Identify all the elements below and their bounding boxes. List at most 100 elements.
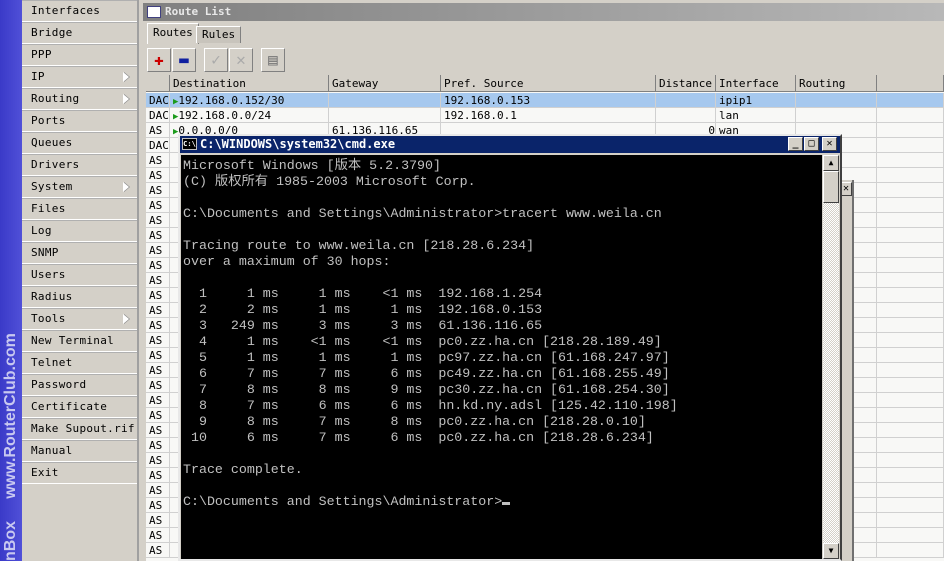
scroll-up-button[interactable]: ▲ [823,155,839,171]
plus-button[interactable]: ✚ [147,48,171,72]
menu-item-ppp[interactable]: PPP [22,44,137,66]
console-line: Trace complete. [183,462,303,477]
cell-flags: DAC [146,138,170,153]
cell-flags: AS [146,363,170,378]
menu-item-make-supout-rif[interactable]: Make Supout.rif [22,418,137,440]
console-line: 4 1 ms <1 ms <1 ms pc0.zz.ha.cn [218.28.… [183,334,662,349]
column-header-destination[interactable]: Destination [170,75,329,92]
column-header-routing-mark[interactable]: Routing Mark [796,75,877,107]
cell-empty [877,513,944,528]
menu-item-label: Files [31,202,66,215]
menu-item-system[interactable]: System [22,176,137,198]
cell-mark [796,108,877,123]
close-button[interactable]: ✕ [822,137,837,151]
cell-empty [877,243,944,258]
cell-flags: AS [146,513,170,528]
tab-routes[interactable]: Routes [147,23,199,44]
maximize-button[interactable]: □ [804,137,819,151]
cell-value: AS [149,334,163,347]
cmd-titlebar[interactable]: C:\ C:\WINDOWS\system32\cmd.exe _ □ ✕ [180,136,840,153]
route-list-titlebar[interactable]: Route List [143,3,944,21]
column-header-gateway[interactable]: Gateway [329,75,441,92]
scroll-thumb[interactable] [823,171,839,203]
console-line: Microsoft Windows [版本 5.2.3790] [183,158,441,173]
column-header-interface[interactable]: Interface [716,75,796,92]
menu-item-radius[interactable]: Radius [22,286,137,308]
cell-empty [877,153,944,168]
cell-destination: ▶192.168.0.152/30 [170,93,329,108]
cell-value: AS [149,199,163,212]
cell-empty [877,183,944,198]
menu-item-label: Bridge [31,26,73,39]
cell-empty [877,468,944,483]
cell-empty [877,303,944,318]
cell-flags: AS [146,303,170,318]
table-row[interactable]: DAC ▶192.168.0.152/30 192.168.0.153 ipip1 [146,93,944,108]
cross-icon: ✕ [236,50,246,69]
console-line: (C) 版权所有 1985-2003 Microsoft Corp. [183,174,476,189]
cell-empty [877,108,944,123]
console-output[interactable]: Microsoft Windows [版本 5.2.3790] (C) 版权所有 … [181,155,822,559]
menu-item-snmp[interactable]: SNMP [22,242,137,264]
cell-empty [877,258,944,273]
menu-item-exit[interactable]: Exit [22,462,137,484]
check-button[interactable]: ✓ [204,48,228,72]
submenu-arrow-icon [123,94,129,104]
cell-mark [796,93,877,108]
menu-item-label: Exit [31,466,59,479]
cell-empty [877,423,944,438]
menu-item-files[interactable]: Files [22,198,137,220]
menu-item-routing[interactable]: Routing [22,88,137,110]
hidden-window-edge: ✕ [840,180,854,561]
minus-button[interactable]: ▬ [172,48,196,72]
menu-item-manual[interactable]: Manual [22,440,137,462]
menu-item-label: Routing [31,92,80,105]
menu-item-bridge[interactable]: Bridge [22,22,137,44]
cell-destination: ▶192.168.0.0/24 [170,108,329,123]
table-row[interactable]: DAC ▶192.168.0.0/24 192.168.0.1 lan [146,108,944,123]
cell-value: AS [149,244,163,257]
menu-item-users[interactable]: Users [22,264,137,286]
cell-empty [877,543,944,558]
menu-item-interfaces[interactable]: Interfaces [22,0,137,22]
menu-item-log[interactable]: Log [22,220,137,242]
menu-item-label: System [31,180,73,193]
column-header-distance[interactable]: Distance [656,75,716,92]
menu-item-certificate[interactable]: Certificate [22,396,137,418]
column-header-flags[interactable] [146,75,170,92]
menu-item-tools[interactable]: Tools [22,308,137,330]
column-header-pref-source[interactable]: Pref. Source [441,75,656,92]
scroll-down-button[interactable]: ▼ [823,543,839,559]
menu-item-label: Log [31,224,52,237]
cell-empty [877,288,944,303]
cell-flags: AS [146,228,170,243]
cell-value: AS [149,439,163,452]
minimize-button[interactable]: _ [788,137,803,151]
cell-value: 192.168.0.152/30 [178,94,285,107]
plus-icon: ✚ [154,50,164,69]
cell-flags: AS [146,333,170,348]
cell-pref_source: 192.168.0.1 [441,108,656,123]
menu-item-telnet[interactable]: Telnet [22,352,137,374]
menu-item-ports[interactable]: Ports [22,110,137,132]
cross-button[interactable]: ✕ [229,48,253,72]
cell-value: AS [149,364,163,377]
menu-item-ip[interactable]: IP [22,66,137,88]
cell-flags: AS [146,198,170,213]
comment-button[interactable]: ▤ [261,48,285,72]
cell-empty [877,363,944,378]
console-line: 1 1 ms 1 ms <1 ms 192.168.1.254 [183,286,543,301]
tab-rules[interactable]: Rules [196,26,242,43]
cell-value: 192.168.0.1 [444,109,517,122]
cell-flags: AS [146,378,170,393]
menu-item-new-terminal[interactable]: New Terminal [22,330,137,352]
menu-item-label: Make Supout.rif [31,422,135,435]
menu-item-password[interactable]: Password [22,374,137,396]
menu-item-drivers[interactable]: Drivers [22,154,137,176]
console-scrollbar[interactable]: ▲ ▼ [823,155,839,559]
cell-empty [877,318,944,333]
comment-icon: ▤ [268,50,278,69]
menu-item-queues[interactable]: Queues [22,132,137,154]
cell-empty [877,333,944,348]
cell-empty [877,453,944,468]
